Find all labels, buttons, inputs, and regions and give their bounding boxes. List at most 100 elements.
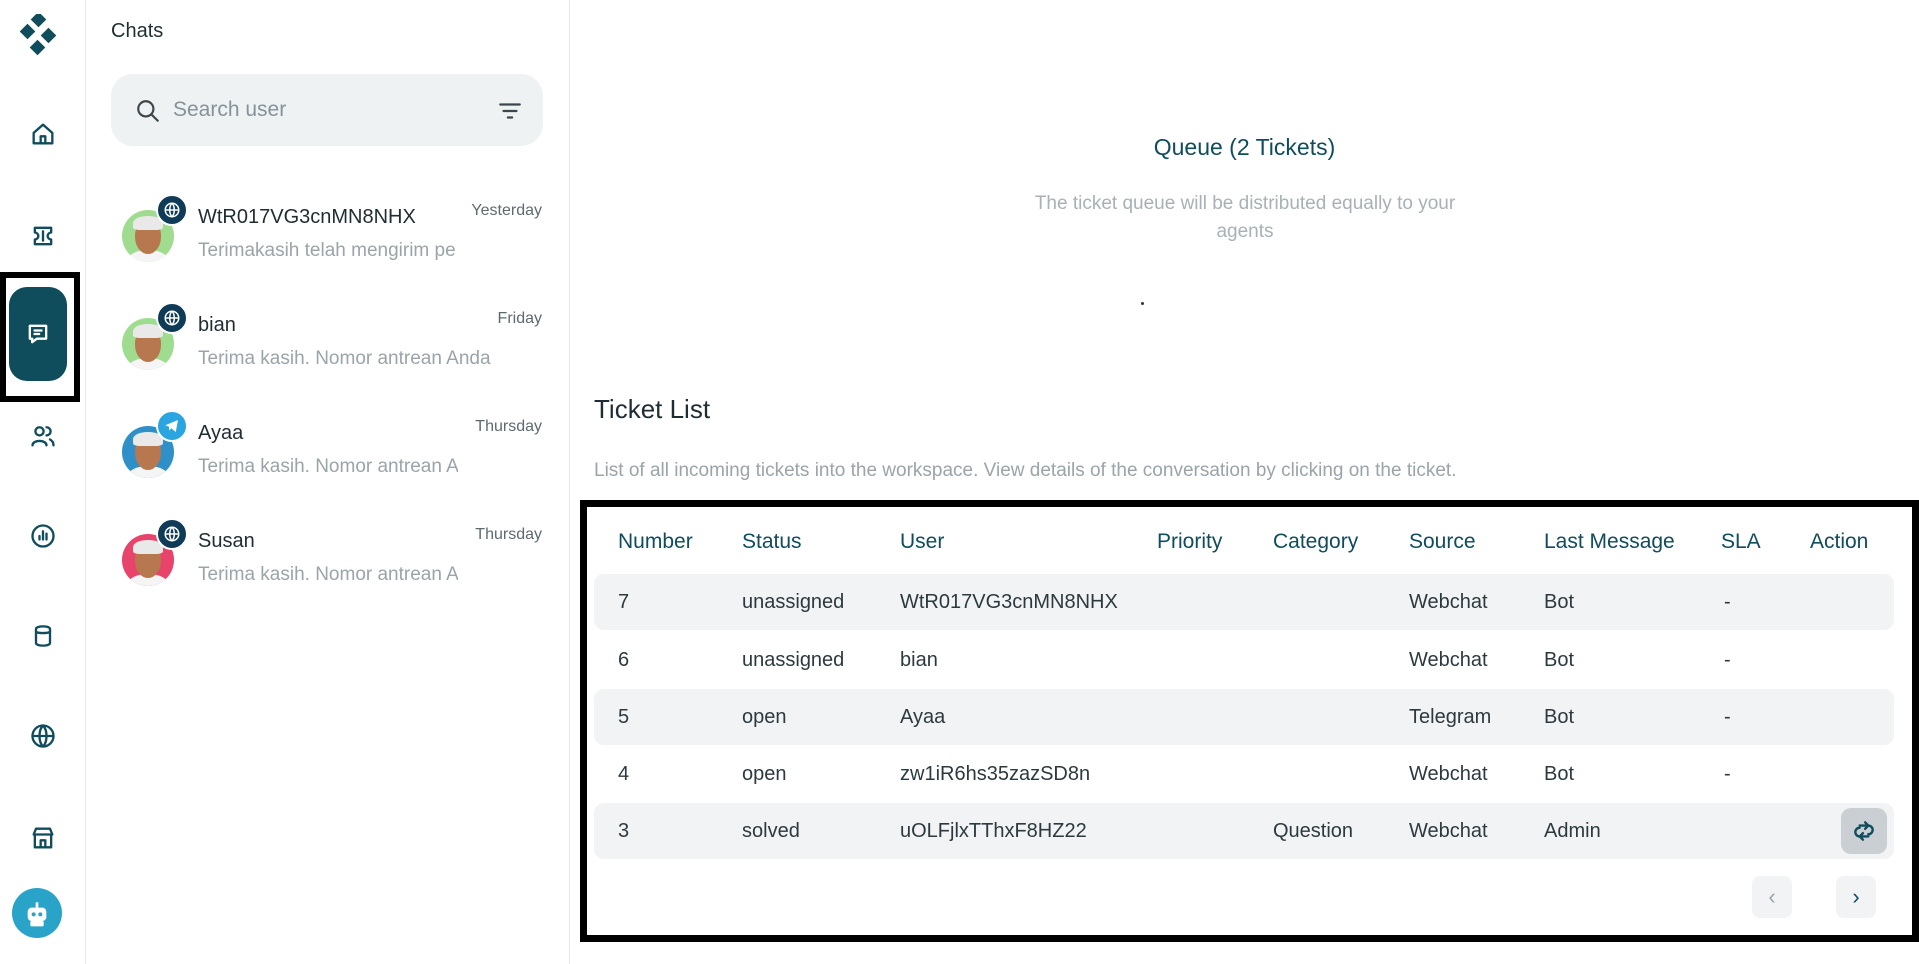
channel-badge [156,194,188,226]
cell-status: solved [742,820,800,842]
users-icon [31,426,55,447]
nav-globe[interactable] [13,706,73,766]
cell-source: Webchat [1409,763,1488,785]
nav-analytics[interactable] [13,506,73,566]
nav-home[interactable] [13,104,73,164]
chat-preview: Terima kasih. Nomor antrean A [198,564,458,585]
queue-title: Queue (2 Tickets) [1153,134,1336,160]
cell-source: Telegram [1409,706,1492,728]
cell-source: Webchat [1409,820,1488,842]
table-row[interactable]: 7 unassigned WtR017VG3cnMN8NHX Webchat B… [594,574,1894,630]
globe-icon [164,310,180,326]
chevron-left-icon: ‹ [1768,884,1776,909]
cell-number: 3 [618,820,630,842]
globe-icon [164,202,180,218]
chat-preview: Terimakasih telah mengirim pe [198,240,456,261]
cell-status: unassigned [742,591,845,613]
column-header-source[interactable]: Source [1409,530,1476,554]
chevron-right-icon: › [1852,884,1860,909]
cell-user: Ayaa [900,706,946,728]
cell-status: unassigned [742,649,845,671]
filter-icon[interactable] [497,98,523,124]
cell-sla: - [1724,649,1731,671]
chat-name: Susan [198,530,255,552]
chat-name: bian [198,314,236,336]
ticket-list-title: Ticket List [594,394,711,424]
column-header-sla[interactable]: SLA [1721,530,1761,554]
chat-name: WtR017VG3cnMN8NHX [198,206,416,228]
cell-source: Webchat [1409,591,1488,613]
nav-chats[interactable] [9,287,67,381]
cell-category: Question [1273,820,1354,842]
nav-users[interactable] [13,406,73,466]
channel-badge [156,518,188,550]
cell-user: uOLFjlxTThxF8HZ22 [900,820,1087,842]
table-row[interactable]: 3 solved uOLFjlxTThxF8HZ22 Question Webc… [594,803,1894,859]
app-root: Chats WtR017VG3cnMN8NHX Yesterday Terima… [0,0,1919,964]
cell-number: 7 [618,591,630,613]
chat-time: Friday [497,310,542,327]
cell-last-message: Bot [1544,591,1575,613]
nav-store[interactable] [13,808,73,868]
cell-last-message: Bot [1544,763,1575,785]
chat-time: Thursday [475,418,542,435]
table-row[interactable]: 6 unassigned bian Webchat Bot - [594,632,1894,688]
brand-logo-icon[interactable] [18,11,58,60]
cell-last-message: Admin [1544,820,1601,842]
cell-sla: - [1724,591,1731,613]
analytics-icon [31,524,55,548]
pagination-next-button[interactable]: › [1836,876,1876,918]
globe-icon [31,724,55,748]
home-icon [32,123,54,145]
search-input[interactable] [173,92,473,128]
cell-user: WtR017VG3cnMN8NHX [900,591,1118,613]
search-icon [137,100,159,122]
chat-time: Yesterday [471,202,542,219]
table-row[interactable]: 5 open Ayaa Telegram Bot - [594,689,1894,745]
column-header-action: Action [1810,530,1869,553]
chat-preview: Terima kasih. Nomor antrean A [198,456,458,477]
queue-placeholder-dot [1141,302,1144,305]
cell-sla: - [1724,763,1731,785]
cell-last-message: Bot [1544,649,1575,671]
cell-source: Webchat [1409,649,1488,671]
store-icon [32,827,54,849]
column-header-category[interactable]: Category [1273,530,1358,554]
cell-sla: - [1724,706,1731,728]
robot-icon [27,902,47,927]
chats-title: Chats [111,20,164,42]
reopen-button[interactable] [1841,808,1887,854]
chats-panel: Chats WtR017VG3cnMN8NHX Yesterday Terima… [86,0,570,964]
cell-number: 5 [618,706,630,728]
channel-badge [156,410,188,442]
chat-preview: Terima kasih. Nomor antrean Anda [198,348,491,369]
telegram-icon [165,420,178,432]
cell-last-message: Bot [1544,706,1575,728]
nav-database[interactable] [13,606,73,666]
cell-number: 4 [618,763,630,785]
column-header-last-message[interactable]: Last Message [1544,530,1675,554]
cell-status: open [742,763,787,785]
cell-status: open [742,706,787,728]
pagination-prev-button[interactable]: ‹ [1752,876,1792,918]
ticket-list-subtitle: List of all incoming tickets into the wo… [594,460,1457,481]
column-header-status[interactable]: Status [742,530,802,554]
chat-list-item[interactable]: bian Friday Terima kasih. Nomor antrean … [122,300,542,400]
database-icon [34,625,52,647]
chat-list-item[interactable]: WtR017VG3cnMN8NHX Yesterday Terimakasih … [122,192,542,292]
bot-avatar[interactable] [12,888,62,938]
icon-rail [0,0,86,964]
queue-subtitle: The ticket queue will be distributed equ… [1034,193,1456,242]
chat-list-item[interactable]: Ayaa Thursday Terima kasih. Nomor antrea… [122,408,542,508]
main-content: Queue (2 Tickets) The ticket queue will … [570,0,1919,964]
cell-user: bian [900,649,938,671]
column-header-user[interactable]: User [900,530,944,554]
table-row[interactable]: 4 open zw1iR6hs35zazSD8n Webchat Bot - [594,746,1894,802]
cell-user: zw1iR6hs35zazSD8n [900,763,1091,785]
column-header-number[interactable]: Number [618,530,693,554]
nav-tickets[interactable] [13,206,73,266]
globe-icon [164,526,180,542]
chat-time: Thursday [475,526,542,543]
chat-list-item[interactable]: Susan Thursday Terima kasih. Nomor antre… [122,516,542,616]
column-header-priority[interactable]: Priority [1157,530,1222,554]
